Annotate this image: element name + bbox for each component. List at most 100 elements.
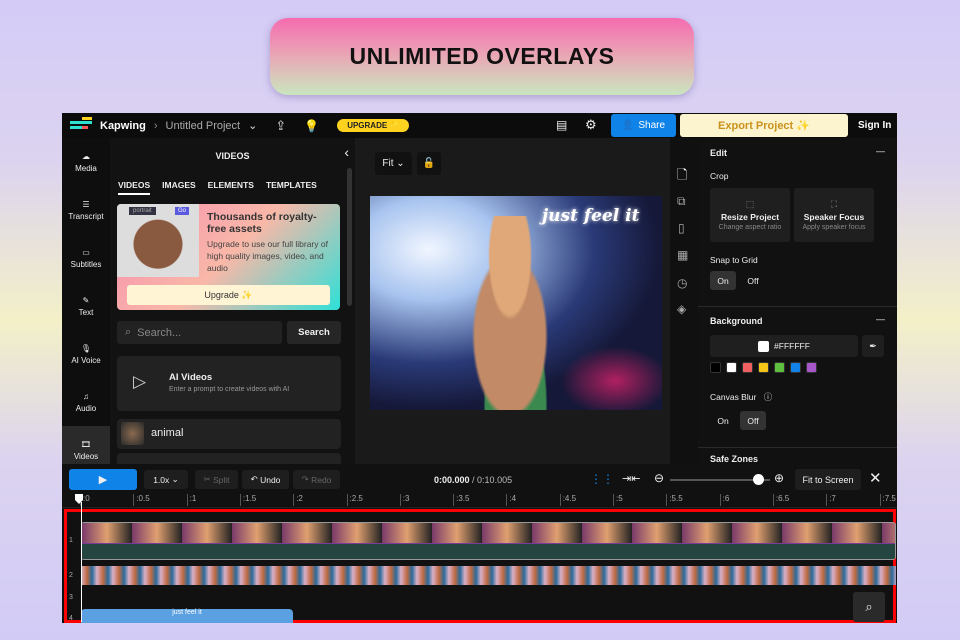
track-label: 4: [69, 615, 73, 622]
timeline-ruler[interactable]: :0:0.5:1:1.5:2:2.5:3:3.5:4:4.5:5:5.5:6:6…: [62, 494, 897, 508]
ai-videos-subtitle: Enter a prompt to create videos with AI: [169, 386, 290, 393]
fit-width-icon[interactable]: ⇥⇤: [622, 472, 640, 485]
color-swatch[interactable]: [742, 362, 753, 373]
undo-button[interactable]: ↶ Undo: [242, 470, 289, 489]
help-icon[interactable]: ⓘ: [764, 392, 773, 402]
ruler-tick: :1: [186, 494, 196, 506]
snap-on-button[interactable]: On: [710, 271, 736, 290]
rail-audio[interactable]: ♫ Audio: [62, 378, 110, 426]
color-swatch[interactable]: [774, 362, 785, 373]
export-project-button[interactable]: Export Project ✨: [680, 114, 848, 137]
pink-glow: [560, 346, 662, 410]
play-button[interactable]: ▶: [69, 469, 137, 490]
tab-templates[interactable]: TEMPLATES: [266, 180, 317, 195]
search-placeholder: Search...: [137, 326, 182, 339]
document-icon[interactable]: 🗋: [677, 166, 687, 188]
rail-label: AI Voice: [71, 355, 101, 365]
divider: [698, 447, 897, 448]
color-swatch[interactable]: [758, 362, 769, 373]
color-swatch[interactable]: [806, 362, 817, 373]
fit-dropdown[interactable]: Fit ⌄: [375, 152, 412, 175]
duration: / 0:10.005: [472, 475, 513, 485]
project-title[interactable]: Untitled Project: [166, 120, 241, 132]
search-button[interactable]: Search: [287, 321, 341, 344]
panel-title: VIDEOS: [215, 151, 250, 161]
speed-dropdown[interactable]: 1.0x ⌄: [144, 470, 188, 489]
rail-text[interactable]: ✎ Text: [62, 282, 110, 330]
rail-transcript[interactable]: ☰ Transcript: [62, 186, 110, 234]
redo-label: Redo: [311, 474, 332, 485]
timer-icon[interactable]: ◷: [677, 276, 687, 290]
resize-project-button[interactable]: ⬚ Resize Project Change aspect ratio: [710, 188, 790, 242]
brand-name[interactable]: Kapwing: [100, 120, 146, 132]
right-icon-strip: 🗋 ⧉ ▯ ▦ ◷ ◈: [670, 138, 698, 464]
zoom-in-icon[interactable]: ⊕: [774, 471, 784, 485]
collapse-edit-icon[interactable]: —: [876, 146, 885, 156]
upgrade-button[interactable]: UPGRADE ✨: [337, 119, 410, 132]
text-icon: ✎: [82, 295, 90, 305]
tab-elements[interactable]: ELEMENTS: [208, 180, 254, 195]
tab-videos[interactable]: VIDEOS: [118, 180, 151, 195]
kapwing-logo: [70, 116, 92, 133]
speaker-focus-button[interactable]: ⛶ Speaker Focus Apply speaker focus: [794, 188, 874, 242]
resize-icon[interactable]: ⧉: [677, 194, 686, 209]
grid-icon[interactable]: ▦: [677, 248, 688, 262]
ai-videos-card[interactable]: ▷ AI Videos Enter a prompt to create vid…: [117, 356, 341, 411]
result-item[interactable]: animal: [117, 419, 341, 449]
zoom-slider[interactable]: [670, 474, 770, 485]
ruler-tick: :2: [293, 494, 303, 506]
background-color-input[interactable]: #FFFFFF: [710, 335, 858, 357]
search-input[interactable]: ⌕ Search...: [117, 321, 282, 344]
split-button[interactable]: ✂ Split: [195, 470, 238, 489]
ai-videos-title: AI Videos: [169, 372, 213, 383]
overlay-text[interactable]: just feel it: [542, 206, 639, 226]
snap-off-button[interactable]: Off: [740, 271, 766, 290]
redo-button[interactable]: ↷ Redo: [293, 470, 340, 489]
promo-upgrade-button[interactable]: Upgrade ✨: [127, 285, 330, 305]
rail-subtitles[interactable]: ▭ Subtitles: [62, 234, 110, 282]
video-preview[interactable]: just feel it: [370, 196, 662, 410]
snap-icon[interactable]: ⋮⋮: [590, 472, 614, 486]
eyedropper-icon[interactable]: ✒: [862, 335, 884, 357]
share-button[interactable]: 👤 Share: [611, 114, 676, 137]
upload-icon[interactable]: ⇪: [275, 118, 286, 134]
rail-label: Transcript: [68, 211, 104, 221]
track-2-clip[interactable]: [81, 566, 896, 585]
chevron-down-icon[interactable]: ⌄: [248, 119, 257, 132]
lightbulb-icon[interactable]: 💡: [304, 119, 319, 133]
phone-icon[interactable]: ▯: [678, 221, 685, 235]
promo-banner: UNLIMITED OVERLAYS: [270, 18, 694, 95]
speaker-subtitle: Apply speaker focus: [802, 224, 866, 231]
rail-media[interactable]: ☁ Media: [62, 138, 110, 186]
rail-label: Videos: [73, 451, 99, 461]
color-swatches: [710, 362, 822, 375]
tab-images[interactable]: IMAGES: [162, 180, 196, 195]
music-icon: ♫: [83, 391, 89, 401]
blur-off-button[interactable]: Off: [740, 411, 766, 430]
fit-to-screen-button[interactable]: Fit to Screen: [795, 469, 861, 490]
zoom-out-icon[interactable]: ⊖: [654, 471, 664, 485]
collapse-panel-icon[interactable]: ‹: [344, 144, 349, 160]
timeline-search-icon[interactable]: ⌕: [853, 592, 885, 622]
sign-in-link[interactable]: Sign In: [858, 120, 891, 131]
color-swatch[interactable]: [710, 362, 721, 373]
collapse-background-icon[interactable]: —: [876, 314, 885, 324]
safe-zones-heading: Safe Zones: [710, 454, 759, 464]
panel-scrollbar[interactable]: [347, 168, 352, 306]
edit-heading: Edit: [710, 148, 727, 158]
result-item[interactable]: [117, 453, 341, 464]
current-time: 0:00.000: [434, 475, 470, 485]
color-swatch[interactable]: [790, 362, 801, 373]
layers-icon[interactable]: ◈: [677, 302, 686, 316]
rail-ai-voice[interactable]: 🎙 AI Voice: [62, 330, 110, 378]
track-1-clip[interactable]: [81, 522, 896, 560]
blur-on-button[interactable]: On: [710, 411, 736, 430]
lock-icon[interactable]: 🔓: [417, 152, 441, 175]
gear-icon[interactable]: ⚙: [585, 117, 597, 133]
color-swatch[interactable]: [726, 362, 737, 373]
track-4-text-clip[interactable]: just feel it: [81, 609, 293, 623]
promo-search-chip: portrait: [129, 207, 156, 215]
comment-icon[interactable]: ▤: [556, 118, 567, 132]
zoom-slider-handle[interactable]: [753, 474, 764, 485]
close-icon[interactable]: ✕: [869, 469, 882, 487]
